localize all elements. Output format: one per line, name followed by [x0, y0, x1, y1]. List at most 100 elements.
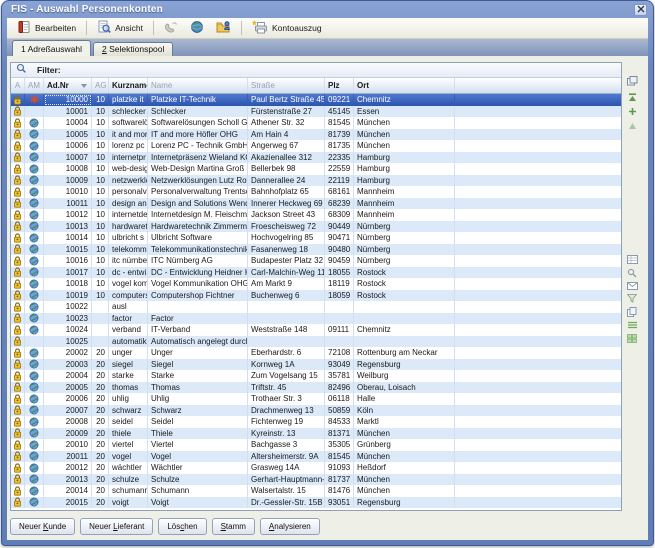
cell-adnr: 10007 [44, 152, 92, 164]
cell-kurzname: verband [109, 324, 148, 336]
search-icon[interactable] [626, 267, 638, 278]
lock-icon [11, 163, 25, 175]
table-row[interactable]: 2000920thieleThieleKyreinstr. 1381371Mün… [11, 428, 621, 440]
cell-plz: 81371 [325, 428, 354, 440]
column-header-adnr[interactable]: Ad.Nr [44, 78, 92, 93]
table-row[interactable]: 2000220ungerUngerEberhardstr. 672108Rott… [11, 347, 621, 359]
column-header-a[interactable]: A [11, 78, 25, 93]
table-row[interactable]: 2001520voigtVoigtDr.-Gessler-Str. 15B930… [11, 497, 621, 509]
table-row[interactable]: 1000010platzke itPlatzke IT-TechnikPaul … [11, 94, 621, 106]
table-row[interactable]: 2001120vogelVogelAltersheimerstr. 9A8154… [11, 451, 621, 463]
lock-icon [11, 485, 25, 497]
table-row[interactable]: 10025automatikAutomatisch angelegt durch… [11, 336, 621, 348]
lock-icon [11, 324, 25, 336]
cell-ort: München [354, 474, 455, 486]
neuer-kunde-button[interactable]: Neuer Kunde [10, 518, 75, 535]
table-row[interactable]: 1000710internetprInternetpräsenz Wieland… [11, 152, 621, 164]
table-row[interactable]: 1000510it and morIT and more Höfler OHGA… [11, 129, 621, 141]
lock-icon [11, 255, 25, 267]
table-row[interactable]: 1001710dc - entwiDC - Entwicklung Heidne… [11, 267, 621, 279]
table-row[interactable]: 1000810web-designWeb-Design Martina Groß… [11, 163, 621, 175]
cell-name: Uhlig [148, 393, 248, 405]
table-row[interactable]: 1000610lorenz pcLorenz PC - Technik GmbH… [11, 140, 621, 152]
close-button[interactable] [634, 4, 647, 16]
cell-strasse: Kyreinstr. 13 [248, 428, 325, 440]
table-row[interactable]: 1001510telekommunTelekommunikationstechn… [11, 244, 621, 256]
table-row[interactable]: 2000320siegelSiegelKornweg 1A93049Regens… [11, 359, 621, 371]
table-row[interactable]: 2001020viertelViertelBachgasse 335305Grü… [11, 439, 621, 451]
table-row[interactable]: 2001220wächtlerWächtlerGrasweg 14A91093H… [11, 462, 621, 474]
column-header-ag[interactable]: AG [92, 78, 109, 93]
cell-strasse: Weststraße 148 [248, 324, 325, 336]
cell-ort: Essen [354, 106, 455, 118]
cell-name: Platzke IT-Technik [148, 94, 248, 106]
cell-ag: 10 [92, 140, 109, 152]
table-row[interactable]: 1001910computershComputershop FichtnerBu… [11, 290, 621, 302]
column-header-am[interactable]: AM [25, 78, 44, 93]
table-row[interactable]: 2001420schumannSchumannWalsertalstr. 158… [11, 485, 621, 497]
globe-icon [25, 382, 44, 394]
table-row[interactable]: 1001210internetdeInternetdesign M. Fleis… [11, 209, 621, 221]
cell-strasse: Bachgasse 3 [248, 439, 325, 451]
scroll-top-icon[interactable] [626, 92, 638, 103]
table-row[interactable]: 2001320schulzeSchulzeGerhart-Hauptmann-R… [11, 474, 621, 486]
table-row[interactable]: 10023factorFactor [11, 313, 621, 325]
table-row[interactable]: 1000410softwarelöSoftwarelösungen Scholl… [11, 117, 621, 129]
filter-funnel-icon[interactable] [626, 293, 638, 304]
column-header-plz[interactable]: Plz [325, 78, 354, 93]
cell-ort: Nürnberg [354, 244, 455, 256]
table-row[interactable]: 1001310hardwareteHardwaretechnik Zimmerm… [11, 221, 621, 233]
scroll-up-icon[interactable] [626, 106, 638, 117]
table-row[interactable]: 1001410ulbricht sUlbricht SoftwareHochvo… [11, 232, 621, 244]
customer-folder-button[interactable] [210, 19, 237, 37]
table-row[interactable]: 2000820seidelSeidelFichtenweg 1984533Mar… [11, 416, 621, 428]
list-icon[interactable] [626, 320, 638, 331]
table-row[interactable]: 1001810vogel kommVogel Kommunikation OHG… [11, 278, 621, 290]
column-header-ort[interactable]: Ort [354, 78, 455, 93]
table-row[interactable]: 1000110schleckerSchleckerFürstenstraße 2… [11, 106, 621, 118]
tab-adressauswahl[interactable]: 1 Adreßauswahl [12, 40, 91, 56]
cell-filler [455, 140, 621, 152]
table-row[interactable]: 1000910netzwerklöNetzwerklösungen Lutz R… [11, 175, 621, 187]
globe-button[interactable] [184, 19, 210, 37]
table-row[interactable]: 2000620uhligUhligTrothaer Str. 306118Hal… [11, 393, 621, 405]
column-header-strasse[interactable]: Straße [248, 78, 325, 93]
bearbeiten-button[interactable]: Bearbeiten [11, 19, 82, 37]
neuer-lieferant-button[interactable]: Neuer Lieferant [80, 518, 153, 535]
phone-button[interactable] [158, 19, 184, 37]
kontoauszug-button[interactable]: Kontoauszug [246, 19, 328, 37]
table-row[interactable]: 1001010personalvePersonalverwaltung Tren… [11, 186, 621, 198]
mail-icon[interactable] [626, 280, 638, 291]
grid-small-icon[interactable] [626, 333, 638, 344]
stamm-button[interactable]: Stamm [212, 518, 255, 535]
main-toolbar: Bearbeiten Ansicht [7, 18, 648, 39]
title-bar[interactable]: FIS - Auswahl Personenkonten [2, 1, 653, 18]
table-row[interactable]: 2000720schwarzSchwarzDrachmenweg 1350859… [11, 405, 621, 417]
table-row[interactable]: 10024verbandIT-VerbandWeststraße 1480911… [11, 324, 621, 336]
loeschen-button[interactable]: Löschen [158, 518, 206, 535]
bearbeiten-label: Bearbeiten [35, 23, 76, 33]
table-row[interactable]: 1001610itc nürnbeITC Nürnberg AGBudapest… [11, 255, 621, 267]
cell-kurzname: internetde [109, 209, 148, 221]
column-header-name[interactable]: Name [148, 78, 248, 93]
cell-filler [455, 370, 621, 382]
cell-adnr: 20013 [44, 474, 92, 486]
column-options-icon[interactable] [626, 75, 638, 86]
cell-adnr: 20015 [44, 497, 92, 509]
table-row[interactable]: 1001110design andDesign and Solutions We… [11, 198, 621, 210]
table-row[interactable]: 2000520thomasThomasTriftstr. 4582496Ober… [11, 382, 621, 394]
cell-ag: 10 [92, 267, 109, 279]
cell-ort [354, 301, 455, 313]
table-row[interactable]: 10022ausl [11, 301, 621, 313]
grid-icon[interactable] [626, 254, 638, 265]
table-row[interactable]: 2000420starkeStarkeZum Vogelsang 1535781… [11, 370, 621, 382]
cell-filler [455, 175, 621, 187]
analysieren-button[interactable]: Analysieren [260, 518, 320, 535]
filter-row[interactable]: Filter: [11, 63, 621, 78]
cell-kurzname: personalve [109, 186, 148, 198]
column-header-kurzname[interactable]: Kurzname [109, 78, 148, 93]
ansicht-button[interactable]: Ansicht [91, 19, 149, 37]
copy-icon[interactable] [626, 306, 638, 317]
tab-selektionspool[interactable]: 2 Selektionspool [93, 42, 173, 56]
page-up-icon[interactable] [626, 120, 638, 131]
